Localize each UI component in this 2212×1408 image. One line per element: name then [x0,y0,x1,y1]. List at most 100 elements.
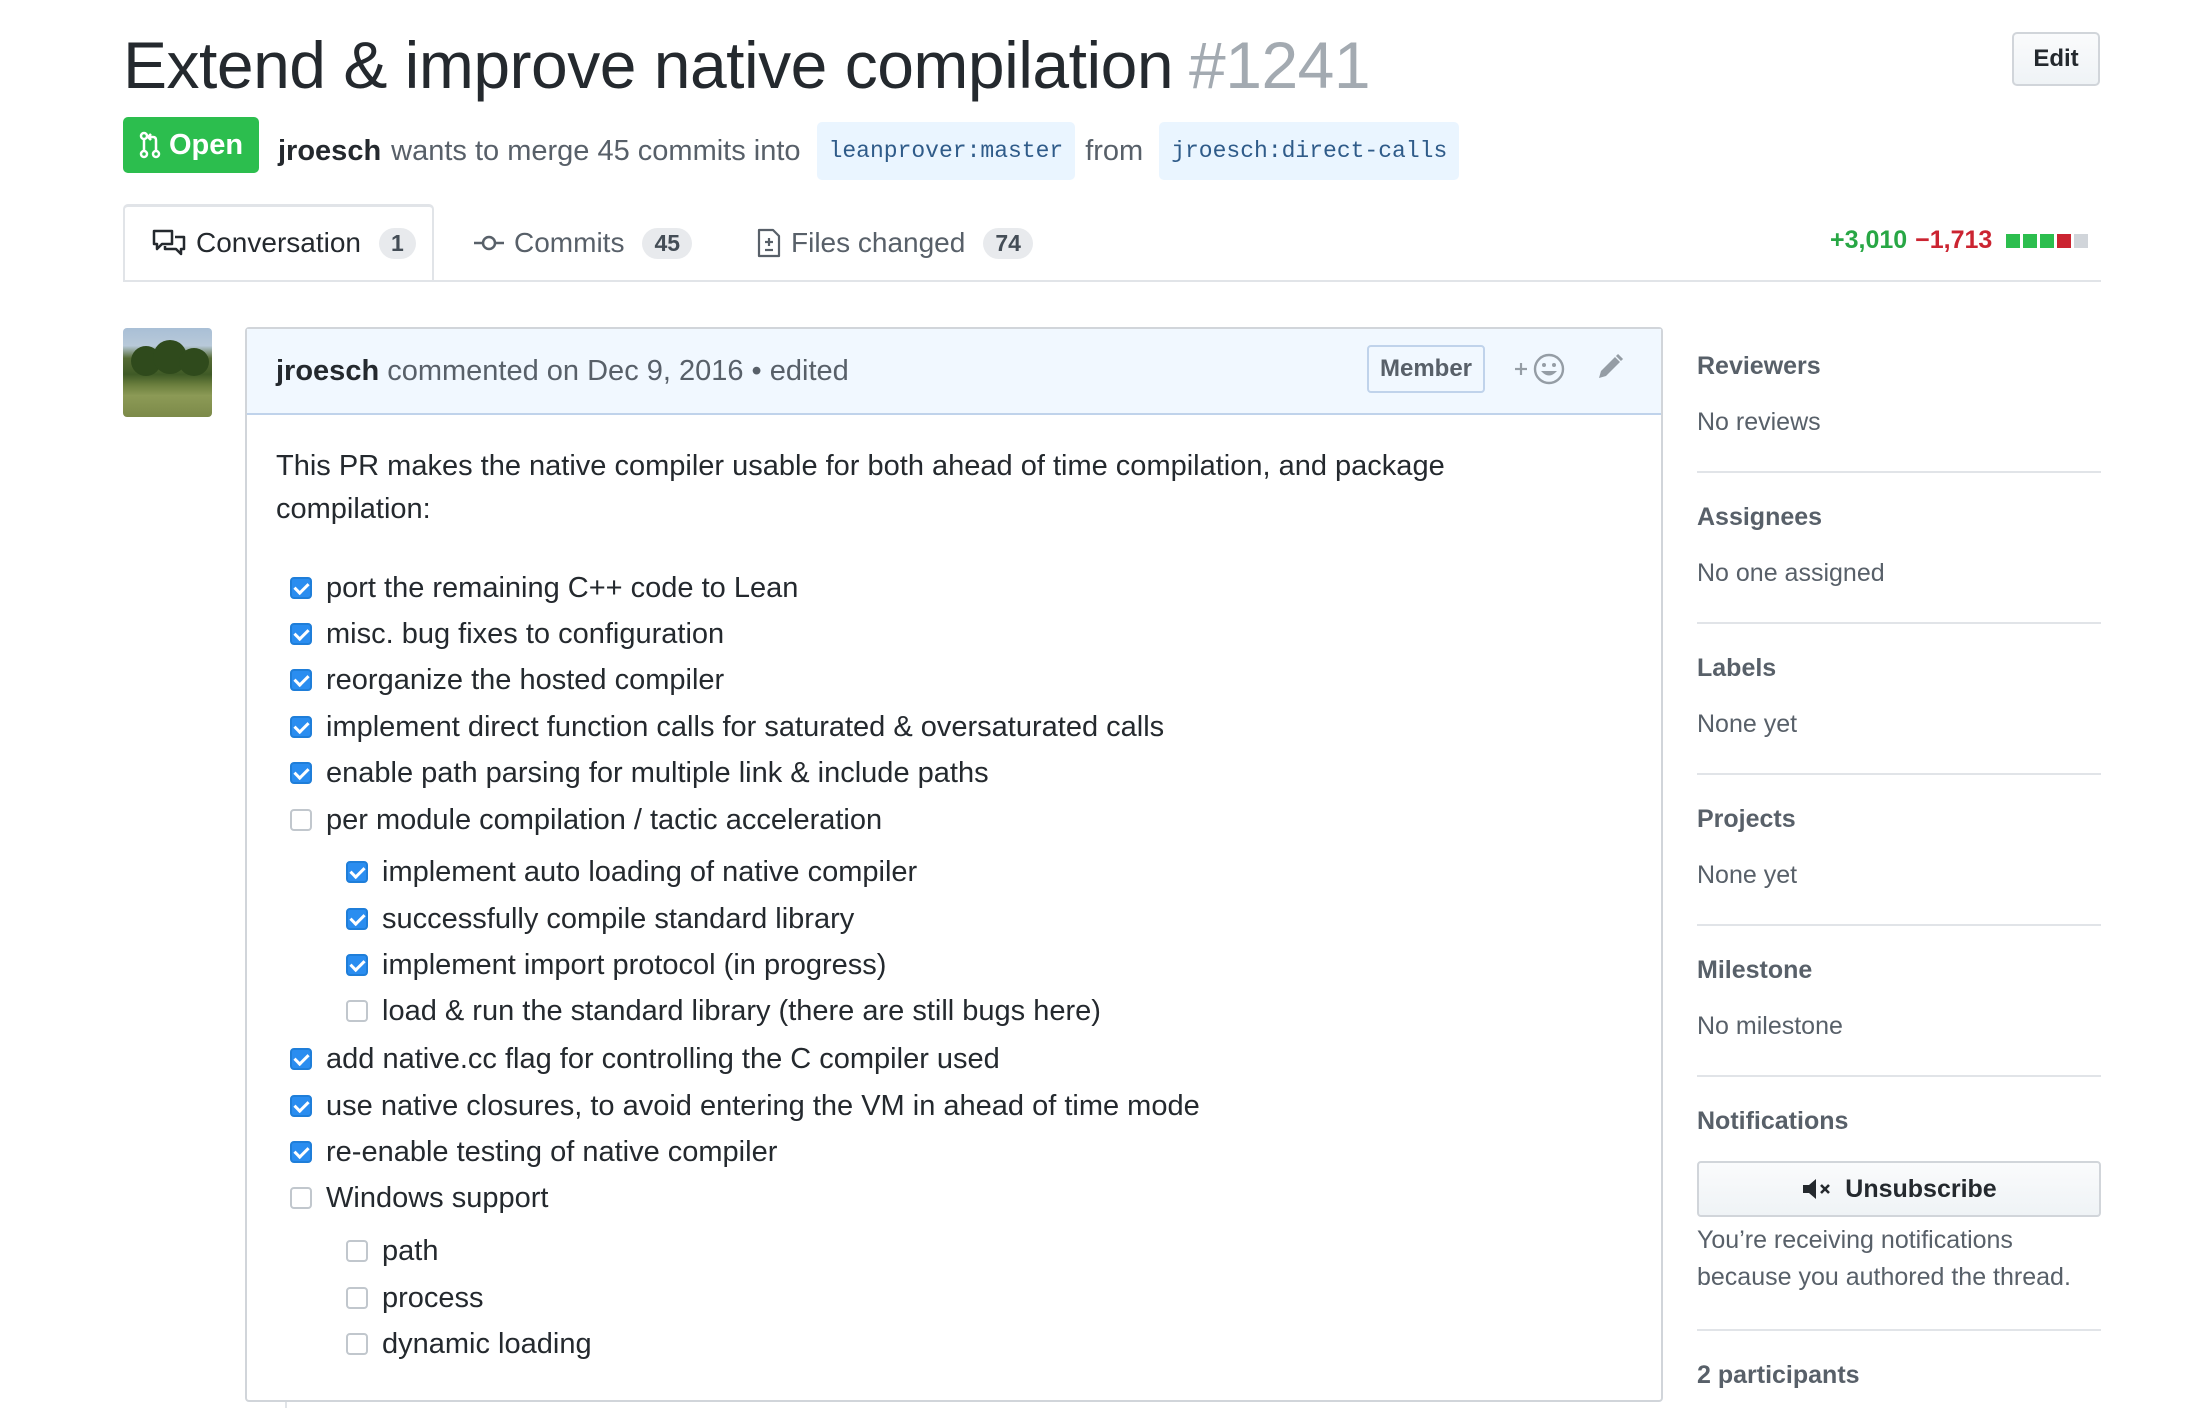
task-item: port the remaining C++ code to Lean [290,568,798,608]
task-label: enable path parsing for multiple link & … [326,756,989,789]
task-item: enable path parsing for multiple link & … [290,753,989,793]
edit-button[interactable]: Edit [2012,32,2100,86]
task-item-nested: dynamic loading [346,1324,592,1364]
sidebar-projects-value: None yet [1697,861,1798,889]
git-commit-icon [474,235,504,251]
pr-number: #1241 [1189,28,1371,102]
from-text: from [1085,135,1144,167]
add-reaction-icon[interactable] [1513,352,1569,394]
comment-body-text: This PR makes the native compiler usable… [276,450,1445,525]
task-checkbox[interactable] [290,716,312,738]
task-item-nested: load & run the standard library (there a… [346,991,1101,1031]
sidebar-milestone-heading[interactable]: Milestone [1697,956,1812,985]
sidebar-reviewers-heading[interactable]: Reviewers [1697,352,1821,381]
task-checkbox[interactable] [290,762,312,784]
sidebar-divider [1697,924,2101,926]
task-label: implement import protocol (in progress) [382,948,887,981]
member-badge: Member [1367,345,1485,393]
unsubscribe-label: Unsubscribe [1845,1174,1997,1203]
task-checkbox[interactable] [290,1095,312,1117]
task-label: successfully compile standard library [382,902,855,935]
diffstat-block-added [2040,233,2055,248]
notifications-reason: You’re receiving notifications because y… [1697,1226,2071,1291]
task-label: implement direct function calls for satu… [326,710,1165,743]
task-label: load & run the standard library (there a… [382,994,1101,1027]
sidebar-divider [1697,773,2101,775]
avatar[interactable] [123,328,212,417]
task-checkbox[interactable] [290,669,312,691]
unsubscribe-button[interactable]: Unsubscribe [1697,1161,2101,1217]
task-label: per module compilation / tactic accelera… [326,803,883,836]
sidebar-reviewers-value: No reviews [1697,408,1821,436]
comment-meta: jroesch commented on Dec 9, 2016 • edite… [276,350,849,392]
task-checkbox[interactable] [290,1141,312,1163]
task-item: use native closures, to avoid entering t… [290,1086,1200,1126]
task-label: implement auto loading of native compile… [382,855,918,888]
task-item: misc. bug fixes to configuration [290,614,724,654]
tab-commits-label: Commits [514,227,625,258]
diffstat-block-neutral [2074,233,2089,248]
sidebar-divider [1697,1329,2101,1331]
task-label: use native closures, to avoid entering t… [326,1089,1200,1122]
tabs-divider [123,280,2101,282]
task-checkbox[interactable] [346,1240,368,1262]
task-label: dynamic loading [382,1327,592,1360]
task-item-nested: implement import protocol (in progress) [346,945,886,985]
pr-title: Extend & improve native compilation #1241 [123,22,1371,108]
pr-author-link[interactable]: jroesch [278,128,381,174]
tab-conversation[interactable]: Conversation 1 [152,204,416,282]
task-item: add native.cc flag for controlling the C… [290,1039,1000,1079]
diffstat-block-added [2023,233,2038,248]
pr-state-badge: Open [123,117,259,173]
pr-meta: jroesch wants to merge 45 commits into l… [278,122,1469,180]
tab-files-changed-label: Files changed [791,227,966,258]
head-branch[interactable]: jroesch:direct-calls [1159,122,1460,180]
sidebar-projects-heading[interactable]: Projects [1697,805,1796,834]
task-checkbox[interactable] [290,1048,312,1070]
tab-commits-count: 45 [642,227,693,259]
task-checkbox[interactable] [346,861,368,883]
task-checkbox[interactable] [346,1333,368,1355]
task-label: misc. bug fixes to configuration [326,617,725,650]
sidebar-labels-value: None yet [1697,710,1798,738]
sidebar-milestone-value: No milestone [1697,1012,1843,1040]
diffstat-deletions: −1,713 [1915,226,1993,254]
sidebar-assignees-heading[interactable]: Assignees [1697,503,1822,532]
task-checkbox[interactable] [290,809,312,831]
task-item: re-enable testing of native compiler [290,1132,777,1172]
task-item: Windows support [290,1178,548,1218]
task-item-nested: path [346,1231,438,1271]
comment-timestamp[interactable]: commented on Dec 9, 2016 • edited [387,355,849,387]
mute-icon [1803,1179,1831,1199]
task-checkbox[interactable] [290,577,312,599]
tab-files-changed[interactable]: Files changed 74 [757,204,1033,282]
task-label: reorganize the hosted compiler [326,663,725,696]
pr-title-text: Extend & improve native compilation [123,28,1174,102]
git-pull-request-icon [139,131,161,159]
base-branch[interactable]: leanprover:master [816,122,1076,180]
task-label: process [382,1281,484,1314]
task-label: port the remaining C++ code to Lean [326,571,799,604]
diffstat[interactable]: +3,010 −1,713 [1830,226,2089,255]
task-checkbox[interactable] [346,1000,368,1022]
task-label: path [382,1234,439,1267]
diffstat-blocks [2006,233,2089,248]
tab-conversation-label: Conversation [196,227,361,258]
tab-commits[interactable]: Commits 45 [474,204,693,282]
task-checkbox[interactable] [290,1187,312,1209]
comment-author-link[interactable]: jroesch [276,355,379,387]
task-item-nested: successfully compile standard library [346,899,854,939]
task-label: add native.cc flag for controlling the C… [326,1042,1000,1075]
task-checkbox[interactable] [346,1287,368,1309]
sidebar-labels-heading[interactable]: Labels [1697,654,1776,683]
sidebar-notifications-heading: Notifications [1697,1107,1849,1135]
task-checkbox[interactable] [290,623,312,645]
task-checkbox[interactable] [346,908,368,930]
sidebar-divider [1697,471,2101,473]
tab-files-changed-count: 74 [983,227,1033,259]
task-item-nested: process [346,1278,484,1318]
edit-comment-pencil-icon[interactable] [1595,352,1625,390]
timeline-line [285,1402,287,1408]
pr-merge-text: wants to merge 45 commits into [391,135,801,167]
task-checkbox[interactable] [346,954,368,976]
